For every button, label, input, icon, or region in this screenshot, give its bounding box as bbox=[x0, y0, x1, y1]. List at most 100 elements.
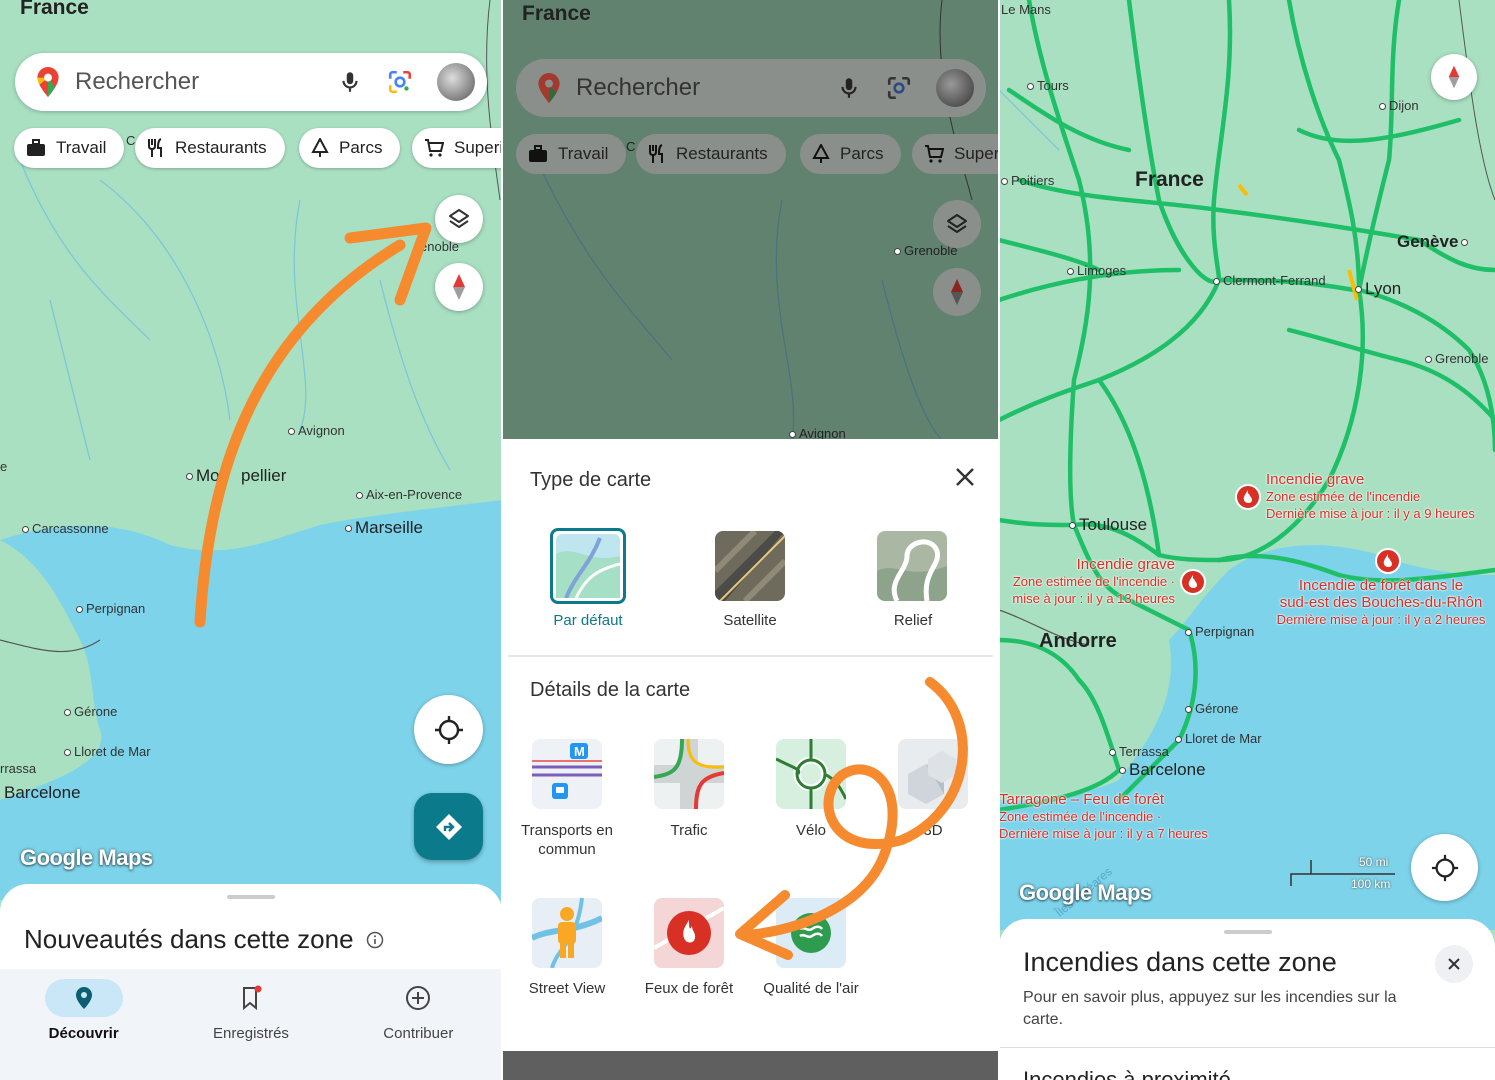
city-label: Tours bbox=[1027, 78, 1069, 93]
sheet-handle[interactable] bbox=[227, 895, 275, 899]
map-type-relief[interactable] bbox=[877, 531, 947, 601]
detail-wildfire[interactable] bbox=[654, 898, 724, 968]
wildfire-marker[interactable] bbox=[1180, 569, 1206, 595]
chip-parcs[interactable]: Parcs bbox=[299, 128, 401, 168]
detail-label: Trafic bbox=[670, 822, 708, 839]
chip-travail[interactable]: Travail bbox=[14, 128, 125, 168]
map-label-fragment: C bbox=[126, 133, 136, 148]
detail-label: Qualité de l'air bbox=[763, 980, 859, 997]
country-label: Andorre bbox=[1039, 630, 1117, 652]
map-type-satellite[interactable] bbox=[715, 531, 785, 601]
detail-3d[interactable] bbox=[898, 739, 968, 809]
city-label: Lloret de Mar bbox=[64, 744, 151, 759]
fire-label[interactable]: Incendie de forêt dans le sud-est des Bo… bbox=[1267, 577, 1495, 628]
restaurant-icon bbox=[148, 138, 162, 157]
compass-button[interactable] bbox=[435, 263, 483, 311]
sheet-title-row: Nouveautés dans cette zone bbox=[24, 924, 384, 955]
mic-icon[interactable] bbox=[337, 69, 363, 95]
map-dimmed: France Grenoble Avignon Rechercher Trava… bbox=[502, 0, 999, 440]
map-label-fragment: C bbox=[626, 139, 636, 154]
chip-label: Parcs bbox=[339, 138, 383, 157]
park-icon bbox=[812, 144, 830, 163]
google-maps-logo: Google Maps bbox=[1019, 880, 1152, 905]
avatar[interactable] bbox=[437, 63, 475, 101]
map-canvas[interactable]: Le Mans Tours Dijon Poitiers France Genè… bbox=[999, 0, 1495, 1080]
chip-supermarches[interactable]: Superi bbox=[412, 128, 502, 168]
close-sheet-button[interactable] bbox=[1435, 945, 1473, 983]
sheet-title: Nouveautés dans cette zone bbox=[24, 924, 354, 954]
scale-lines bbox=[1290, 860, 1395, 886]
divider bbox=[999, 1047, 1495, 1048]
wildfire-icon bbox=[654, 898, 724, 968]
map-type-sheet[interactable]: Type de carte Par défaut Satellite Relie… bbox=[502, 439, 999, 1051]
wildfire-marker[interactable] bbox=[1235, 484, 1261, 510]
lens-icon[interactable] bbox=[387, 69, 413, 95]
nav-decouvrir[interactable]: Découvrir bbox=[0, 969, 167, 1080]
city-label: Gérone bbox=[64, 704, 117, 719]
directions-button[interactable] bbox=[414, 793, 483, 860]
close-icon[interactable] bbox=[954, 466, 976, 488]
bottom-sheet[interactable]: Incendies dans cette zone Pour en savoir… bbox=[999, 919, 1495, 1080]
map-type-label: Relief bbox=[893, 612, 933, 629]
panel-wildfire-map: Le Mans Tours Dijon Poitiers France Genè… bbox=[999, 0, 1495, 1080]
detail-air-quality[interactable] bbox=[776, 898, 846, 968]
city-label: Toulouse bbox=[1069, 515, 1147, 535]
city-label: Lloret de Mar bbox=[1175, 731, 1262, 746]
detail-label: Transports en commun bbox=[521, 822, 613, 858]
wildfire-marker[interactable] bbox=[1375, 548, 1401, 574]
fire-label[interactable]: Tarragone – Feu de forêt Zone estimée de… bbox=[999, 791, 1208, 842]
nav-enregistres[interactable]: Enregistrés bbox=[167, 969, 334, 1080]
briefcase-icon bbox=[27, 139, 45, 156]
compass-button[interactable] bbox=[1431, 54, 1477, 100]
chip-restaurants[interactable]: Restaurants bbox=[135, 128, 285, 168]
my-location-button[interactable] bbox=[414, 695, 483, 764]
map-terrain bbox=[999, 0, 1495, 930]
city-label: Aix-en-Provence bbox=[356, 487, 462, 502]
country-label: France bbox=[522, 2, 591, 25]
map-type-default[interactable] bbox=[550, 528, 626, 604]
detail-bike[interactable] bbox=[776, 739, 846, 809]
layers-icon bbox=[449, 209, 469, 228]
nav-label: Découvrir bbox=[48, 1025, 119, 1042]
crosshair-icon bbox=[1431, 854, 1458, 881]
layers-button[interactable] bbox=[435, 195, 483, 243]
compass-icon bbox=[951, 279, 963, 305]
city-label: Terrassa bbox=[1109, 744, 1169, 759]
city-label: Barcelone bbox=[1119, 760, 1206, 780]
divider bbox=[998, 0, 1000, 1080]
city-label: Perpignan bbox=[76, 601, 145, 616]
flame-icon bbox=[1188, 575, 1197, 588]
air-quality-icon bbox=[776, 898, 846, 968]
detail-traffic[interactable] bbox=[654, 739, 724, 809]
country-label: France bbox=[1135, 168, 1204, 191]
city-label: Clermont-Ferrand bbox=[1213, 273, 1326, 288]
city-label: Lyon bbox=[1355, 279, 1401, 299]
city-label: Carcassonne bbox=[22, 521, 109, 536]
lens-icon bbox=[887, 76, 911, 100]
fire-label[interactable]: Incendie grave Zone estimée de l'incendi… bbox=[1266, 471, 1475, 522]
info-icon[interactable] bbox=[366, 931, 384, 949]
detail-streetview[interactable] bbox=[532, 898, 602, 968]
layers-icon bbox=[947, 214, 967, 233]
fire-label[interactable]: Incendie grave Zone estimée de l'incendi… bbox=[999, 556, 1175, 607]
details-title: Détails de la carte bbox=[530, 679, 691, 701]
cart-icon bbox=[425, 139, 444, 157]
chip-parcs: Parcs bbox=[800, 134, 902, 174]
detail-transit[interactable]: M bbox=[532, 739, 602, 809]
nav-contribuer[interactable]: Contribuer bbox=[335, 969, 502, 1080]
chip-label: Restaurants bbox=[175, 138, 267, 157]
briefcase-icon bbox=[529, 145, 547, 162]
panel-map-type-sheet: France Grenoble Avignon Rechercher Trava… bbox=[502, 0, 999, 1080]
search-input[interactable]: Rechercher bbox=[75, 68, 337, 96]
city-label: Barcelone bbox=[4, 783, 81, 802]
panel-map-default: France enoble Avignon Mo pellier Aix-en-… bbox=[0, 0, 502, 1080]
sheet-handle[interactable] bbox=[1224, 930, 1272, 934]
city-label: Limoges bbox=[1067, 263, 1126, 278]
svg-text:M: M bbox=[574, 744, 585, 759]
add-circle-icon bbox=[406, 986, 431, 1010]
traffic-icon bbox=[654, 739, 724, 809]
search-bar[interactable]: Rechercher bbox=[15, 53, 487, 111]
streetview-icon bbox=[532, 898, 602, 968]
my-location-button[interactable] bbox=[1411, 834, 1478, 901]
crosshair-icon bbox=[434, 715, 463, 744]
